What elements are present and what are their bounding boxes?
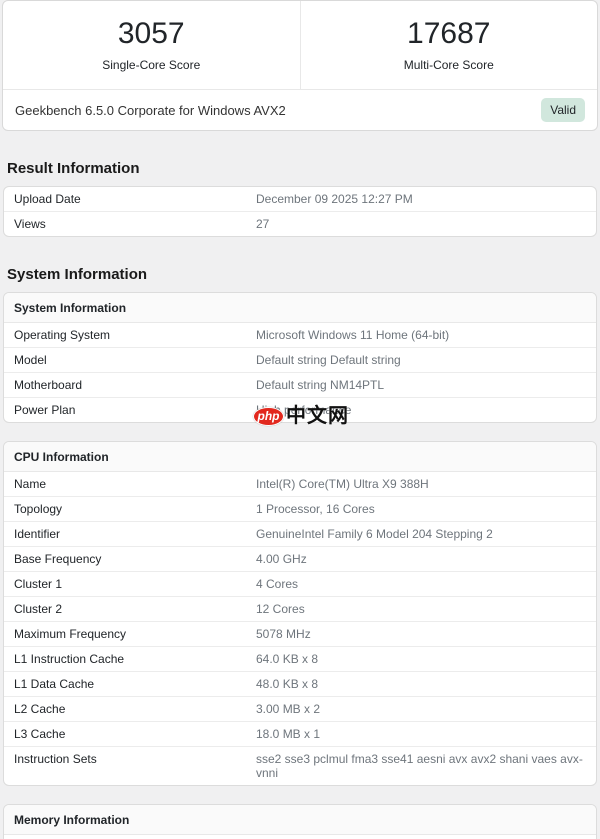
- row-value: 48.0 KB x 8: [256, 677, 319, 691]
- row-label: Cluster 1: [14, 577, 63, 591]
- single-core-score-label: Single-Core Score: [102, 57, 201, 72]
- row-label: L1 Instruction Cache: [14, 652, 125, 666]
- table-row: Views 27: [4, 211, 596, 236]
- row-value: 3.00 MB x 2: [256, 702, 321, 716]
- multi-core-score-label: Multi-Core Score: [403, 57, 494, 72]
- system-information-title: System Information: [7, 266, 148, 283]
- result-information-title: Result Information: [7, 160, 140, 177]
- row-value: Default string Default string: [256, 353, 401, 367]
- table-row: Cluster 2 12 Cores: [4, 596, 596, 621]
- table-row: L3 Cache 18.0 MB x 1: [4, 721, 596, 746]
- table-row: Upload Date December 09 2025 12:27 PM: [4, 187, 596, 211]
- row-value: Microsoft Windows 11 Home (64-bit): [256, 328, 450, 342]
- table-row: Model Default string Default string: [4, 347, 596, 372]
- row-value: 4 Cores: [256, 577, 299, 591]
- row-label: Upload Date: [14, 192, 81, 206]
- table-row: Operating System Microsoft Windows 11 Ho…: [4, 323, 596, 347]
- row-value: sse2 sse3 pclmul fma3 sse41 aesni avx av…: [256, 752, 583, 780]
- row-label: Identifier: [14, 527, 61, 541]
- row-value: Default string NM14PTL: [256, 378, 385, 392]
- result-information-table: Upload Date December 09 2025 12:27 PM Vi…: [3, 186, 597, 237]
- row-label: Instruction Sets: [14, 752, 97, 766]
- row-value: High performance: [256, 403, 352, 417]
- valid-badge: Valid: [541, 98, 585, 122]
- table-row: Instruction Sets sse2 sse3 pclmul fma3 s…: [4, 746, 596, 785]
- row-label: Maximum Frequency: [14, 627, 127, 641]
- version-bar: Geekbench 6.5.0 Corporate for Windows AV…: [3, 90, 597, 130]
- row-value: 5078 MHz: [256, 627, 311, 641]
- table-row: L1 Data Cache 48.0 KB x 8: [4, 671, 596, 696]
- row-value: 4.00 GHz: [256, 552, 307, 566]
- table-header: System Information: [4, 293, 596, 323]
- row-value: GenuineIntel Family 6 Model 204 Stepping…: [256, 527, 493, 541]
- row-label: Motherboard: [14, 378, 83, 392]
- row-value: 64.0 KB x 8: [256, 652, 319, 666]
- single-core-score-value: 3057: [117, 16, 185, 50]
- table-header: CPU Information: [4, 442, 596, 472]
- row-value: December 09 2025 12:27 PM: [256, 192, 413, 206]
- row-label: Power Plan: [14, 403, 76, 417]
- multi-core-score-cell: 17687 Multi-Core Score: [301, 1, 598, 89]
- table-row: Maximum Frequency 5078 MHz: [4, 621, 596, 646]
- benchmark-version-text: Geekbench 6.5.0 Corporate for Windows AV…: [15, 102, 286, 118]
- table-row: Size 63.50 GB: [4, 835, 596, 839]
- row-label: Operating System: [14, 328, 111, 342]
- row-value: 18.0 MB x 1: [256, 727, 321, 741]
- row-label: L3 Cache: [14, 727, 66, 741]
- row-label: Name: [14, 477, 47, 491]
- geekbench-result-page: 3057 Single-Core Score 17687 Multi-Core …: [0, 0, 600, 839]
- score-summary-card: 3057 Single-Core Score 17687 Multi-Core …: [2, 0, 598, 131]
- cpu-information-table: CPU Information Name Intel(R) Core(TM) U…: [3, 441, 597, 786]
- table-row: Motherboard Default string NM14PTL: [4, 372, 596, 397]
- system-information-table: System Information Operating System Micr…: [3, 292, 597, 423]
- row-value: 12 Cores: [256, 602, 305, 616]
- row-label: Model: [14, 353, 47, 367]
- row-label: Cluster 2: [14, 602, 63, 616]
- table-row: L1 Instruction Cache 64.0 KB x 8: [4, 646, 596, 671]
- table-header: Memory Information: [4, 805, 596, 835]
- score-row: 3057 Single-Core Score 17687 Multi-Core …: [3, 1, 597, 90]
- table-row: L2 Cache 3.00 MB x 2: [4, 696, 596, 721]
- table-row: Power Plan High performance: [4, 397, 596, 422]
- row-label: Views: [14, 217, 46, 231]
- row-label: Base Frequency: [14, 552, 102, 566]
- row-label: Topology: [14, 502, 63, 516]
- memory-information-table: Memory Information Size 63.50 GB: [3, 804, 597, 839]
- table-row: Base Frequency 4.00 GHz: [4, 546, 596, 571]
- table-row: Cluster 1 4 Cores: [4, 571, 596, 596]
- table-row: Identifier GenuineIntel Family 6 Model 2…: [4, 521, 596, 546]
- table-row: Name Intel(R) Core(TM) Ultra X9 388H: [4, 472, 596, 496]
- table-row: Topology 1 Processor, 16 Cores: [4, 496, 596, 521]
- row-value: Intel(R) Core(TM) Ultra X9 388H: [256, 477, 429, 491]
- multi-core-score-value: 17687: [407, 16, 491, 50]
- row-label: L1 Data Cache: [14, 677, 95, 691]
- single-core-score-cell: 3057 Single-Core Score: [3, 1, 301, 89]
- row-label: L2 Cache: [14, 702, 66, 716]
- row-value: 1 Processor, 16 Cores: [256, 502, 375, 516]
- row-value: 27: [256, 217, 270, 231]
